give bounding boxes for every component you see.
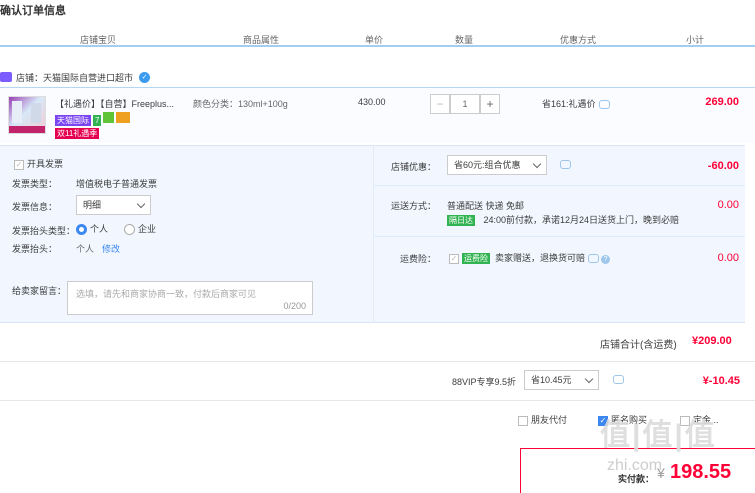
insurance-badge: 运费险 xyxy=(462,253,490,264)
invoice-checkbox[interactable]: ✓ xyxy=(14,159,24,170)
shop-discount-amount: -60.00 xyxy=(707,160,739,172)
product-info: 【礼遇价】【自营】Freeplus... 天猫国际 7 双11礼遇季 xyxy=(55,97,174,139)
radio-personal-icon[interactable] xyxy=(76,224,87,236)
service-icon xyxy=(103,112,115,123)
card-icon xyxy=(116,112,131,123)
invoice-edit-link[interactable]: 修改 xyxy=(102,242,120,255)
insurance-label: 运费险： xyxy=(400,254,437,264)
pay-amount: 198.55 xyxy=(670,461,732,483)
radio-personal-label: 个人 xyxy=(90,224,109,234)
message-counter: 0/200 xyxy=(283,301,306,311)
friend-pay-option[interactable]: 朋友代付 xyxy=(518,413,567,426)
invoice-info-select[interactable]: 明细 xyxy=(76,195,151,215)
shop-discount-value: 省60元:组合优惠 xyxy=(454,160,521,170)
product-name[interactable]: 【礼遇价】【自营】Freeplus... xyxy=(55,97,174,110)
insurance-amount: 0.00 xyxy=(717,252,739,264)
qty-input[interactable]: 1 xyxy=(450,94,480,114)
quantity-stepper: − 1 + xyxy=(430,94,500,114)
shop-icon xyxy=(0,72,12,82)
header-divider xyxy=(0,45,755,47)
product-attr: 颜色分类：130ml+100g xyxy=(193,99,288,109)
delivery-label: 运送方式： xyxy=(391,201,437,211)
insurance-value: 卖家赠送，退换货可赔 xyxy=(495,253,586,263)
chevron-down-icon xyxy=(584,374,594,384)
message-label: 给卖家留言： xyxy=(12,286,67,296)
item-promo-label: 省161:礼遇价 xyxy=(542,99,596,109)
delivery-value: 普通配送 快递 免邮 xyxy=(447,201,525,211)
vip-value: 省10.45元 xyxy=(531,375,572,385)
shop-label[interactable]: 店铺：天猫国际自营进口超市 xyxy=(16,71,133,84)
divider xyxy=(0,400,755,401)
qty-plus-button[interactable]: + xyxy=(480,94,500,114)
delivery-amount: 0.00 xyxy=(717,199,739,211)
insurance-row: ✓ 运费险 卖家赠送，退换货可赔? xyxy=(449,251,611,264)
shop-discount-label: 店铺优惠： xyxy=(391,162,437,172)
delivery-note-row: 隔日达 24:00前付款，承诺12月24日送货上门，晚到必赔 xyxy=(447,213,679,226)
panel-rule xyxy=(374,185,745,186)
radio-company[interactable]: 企业 xyxy=(124,222,157,236)
invoice-open-row[interactable]: ✓ 开具发票 xyxy=(14,157,63,170)
item-promo: 省161:礼遇价 xyxy=(542,97,610,110)
item-subtotal: 269.00 xyxy=(705,96,739,108)
message-placeholder: 选填，请先和商家协商一致，付款后商家可见 xyxy=(76,289,257,299)
invoice-type-value: 增值税电子普通发票 xyxy=(76,179,158,189)
tmall-global-tag: 天猫国际 xyxy=(55,115,91,126)
invoice-open-label: 开具发票 xyxy=(27,159,64,169)
panel-divider xyxy=(373,145,374,323)
next-day-badge: 隔日达 xyxy=(447,215,475,226)
vip-amount: ¥-10.45 xyxy=(702,375,740,387)
message-textarea[interactable]: 选填，请先和商家协商一致，付款后商家可见 0/200 xyxy=(67,281,313,315)
comment-icon[interactable] xyxy=(598,100,610,110)
vip-select[interactable]: 省10.45元 xyxy=(524,370,599,390)
invoice-head-label: 发票抬头： xyxy=(12,244,58,254)
double11-tag: 双11礼遇季 xyxy=(55,128,100,139)
site-watermark-url: zhi.com xyxy=(607,457,663,474)
shop-row: 店铺：天猫国际自营进口超市 ✓ xyxy=(0,68,151,86)
insurance-checkbox[interactable]: ✓ xyxy=(449,253,459,264)
shop-total-amount: ¥209.00 xyxy=(692,335,732,347)
friend-pay-label: 朋友代付 xyxy=(531,415,568,425)
shop-total-label: 店铺合计(含运费) xyxy=(600,340,677,351)
invoice-type-label: 发票类型： xyxy=(12,179,58,189)
help-icon[interactable]: ? xyxy=(601,255,611,264)
comment-icon[interactable] xyxy=(588,254,600,264)
delivery-note: 24:00前付款，承诺12月24日送货上门，晚到必赔 xyxy=(483,215,680,225)
invoice-info-label: 发票信息： xyxy=(12,202,58,212)
comment-icon[interactable] xyxy=(560,160,571,169)
page-title: 确认订单信息 xyxy=(0,5,66,17)
chat-badge-icon[interactable]: ✓ xyxy=(139,71,151,83)
shop-discount-select[interactable]: 省60元:组合优惠 xyxy=(447,155,547,175)
invoice-info-value: 明细 xyxy=(83,200,102,210)
unit-price: 430.00 xyxy=(358,97,386,107)
invoice-head-value: 个人 xyxy=(76,244,95,254)
chevron-down-icon xyxy=(532,159,542,169)
chevron-down-icon xyxy=(136,199,146,209)
divider xyxy=(0,361,755,362)
qty-minus-button[interactable]: − xyxy=(430,94,450,114)
site-watermark: 值|值|值 xyxy=(600,419,717,452)
radio-personal[interactable]: 个人 xyxy=(76,222,109,236)
friend-pay-checkbox[interactable] xyxy=(518,415,528,426)
invoice-head-type-label: 发票抬头类型： xyxy=(12,226,76,236)
seven-day-return-icon: 7 xyxy=(93,115,102,126)
product-thumbnail[interactable] xyxy=(8,96,46,134)
comment-icon[interactable] xyxy=(613,375,624,384)
radio-company-label: 企业 xyxy=(138,224,157,234)
vip-label: 88VIP专享9.5折 xyxy=(452,377,517,387)
panel-rule xyxy=(374,236,745,237)
radio-company-icon[interactable] xyxy=(124,224,135,236)
